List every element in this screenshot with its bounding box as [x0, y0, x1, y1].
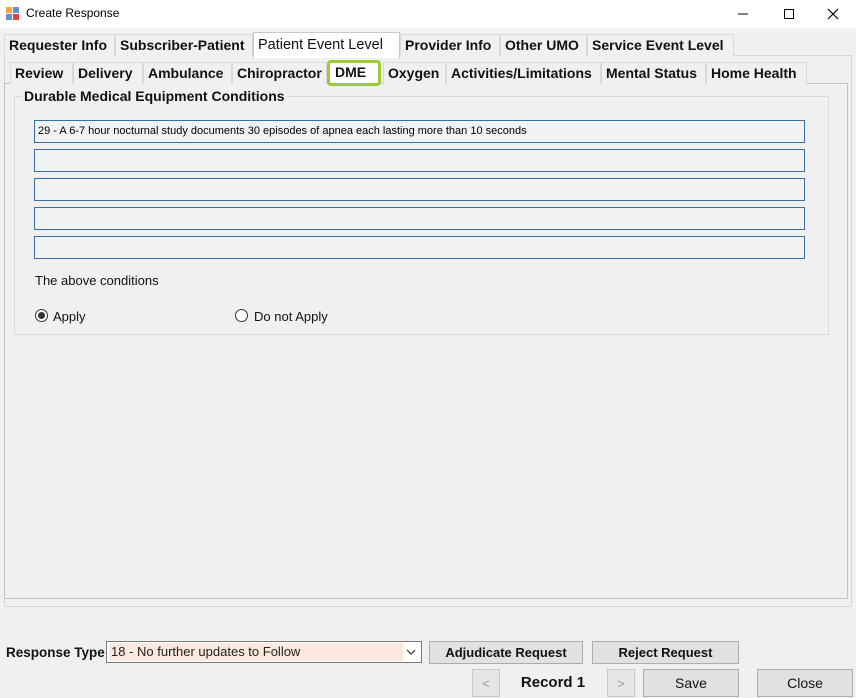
apply-label[interactable]: Apply — [53, 309, 86, 324]
condition-field-3[interactable] — [34, 178, 805, 201]
tab-dme[interactable]: DME — [327, 60, 381, 86]
condition-field-5[interactable] — [34, 236, 805, 259]
tab-chiropractor[interactable]: Chiropractor — [232, 62, 327, 84]
tab-ambulance[interactable]: Ambulance — [143, 62, 232, 84]
previous-record-button[interactable]: < — [472, 669, 500, 697]
apply-caption: The above conditions — [35, 273, 159, 288]
title-bar: Create Response — [0, 0, 856, 28]
save-button[interactable]: Save — [643, 669, 739, 697]
tab-review[interactable]: Review — [10, 62, 73, 84]
top-tab-row: Requester Info Subscriber-Patient Patien… — [0, 32, 856, 58]
reject-request-button[interactable]: Reject Request — [592, 641, 739, 664]
condition-field-4[interactable] — [34, 207, 805, 230]
do-not-apply-label[interactable]: Do not Apply — [254, 309, 328, 324]
close-button[interactable]: Close — [757, 669, 853, 697]
tab-service-event-level[interactable]: Service Event Level — [587, 34, 734, 56]
sub-tab-row: Review Delivery Ambulance Chiropractor D… — [0, 60, 856, 86]
response-type-value: 18 - No further updates to Follow — [109, 643, 403, 661]
minimize-button[interactable] — [720, 0, 766, 28]
radio-checked-dot — [38, 312, 45, 319]
do-not-apply-radio[interactable] — [235, 309, 248, 322]
tab-activities-limitations[interactable]: Activities/Limitations — [446, 62, 601, 84]
tab-requester-info[interactable]: Requester Info — [4, 34, 115, 56]
minimize-icon — [738, 13, 748, 15]
close-window-button[interactable] — [810, 0, 856, 28]
window-title: Create Response — [26, 6, 120, 20]
response-type-select[interactable]: 18 - No further updates to Follow — [106, 641, 422, 663]
app-icon — [6, 7, 20, 21]
maximize-button[interactable] — [766, 0, 812, 28]
chevron-down-icon — [406, 649, 416, 655]
next-record-button[interactable]: > — [607, 669, 635, 697]
tab-home-health[interactable]: Home Health — [706, 62, 807, 84]
adjudicate-request-button[interactable]: Adjudicate Request — [429, 641, 583, 664]
tab-other-umo[interactable]: Other UMO — [500, 34, 587, 56]
close-icon — [827, 8, 839, 20]
condition-field-1[interactable]: 29 - A 6-7 hour nocturnal study document… — [34, 120, 805, 143]
tab-provider-info[interactable]: Provider Info — [400, 34, 500, 56]
tab-patient-event-level[interactable]: Patient Event Level — [253, 32, 400, 58]
record-indicator: Record 1 — [520, 674, 586, 691]
tab-delivery[interactable]: Delivery — [73, 62, 143, 84]
apply-radio[interactable] — [35, 309, 48, 322]
tab-subscriber-patient[interactable]: Subscriber-Patient — [115, 34, 253, 56]
response-type-label: Response Type — [6, 645, 105, 660]
tab-mental-status[interactable]: Mental Status — [601, 62, 706, 84]
group-title: Durable Medical Equipment Conditions — [22, 88, 287, 104]
tab-oxygen[interactable]: Oxygen — [383, 62, 446, 84]
condition-field-2[interactable] — [34, 149, 805, 172]
maximize-icon — [784, 9, 794, 19]
